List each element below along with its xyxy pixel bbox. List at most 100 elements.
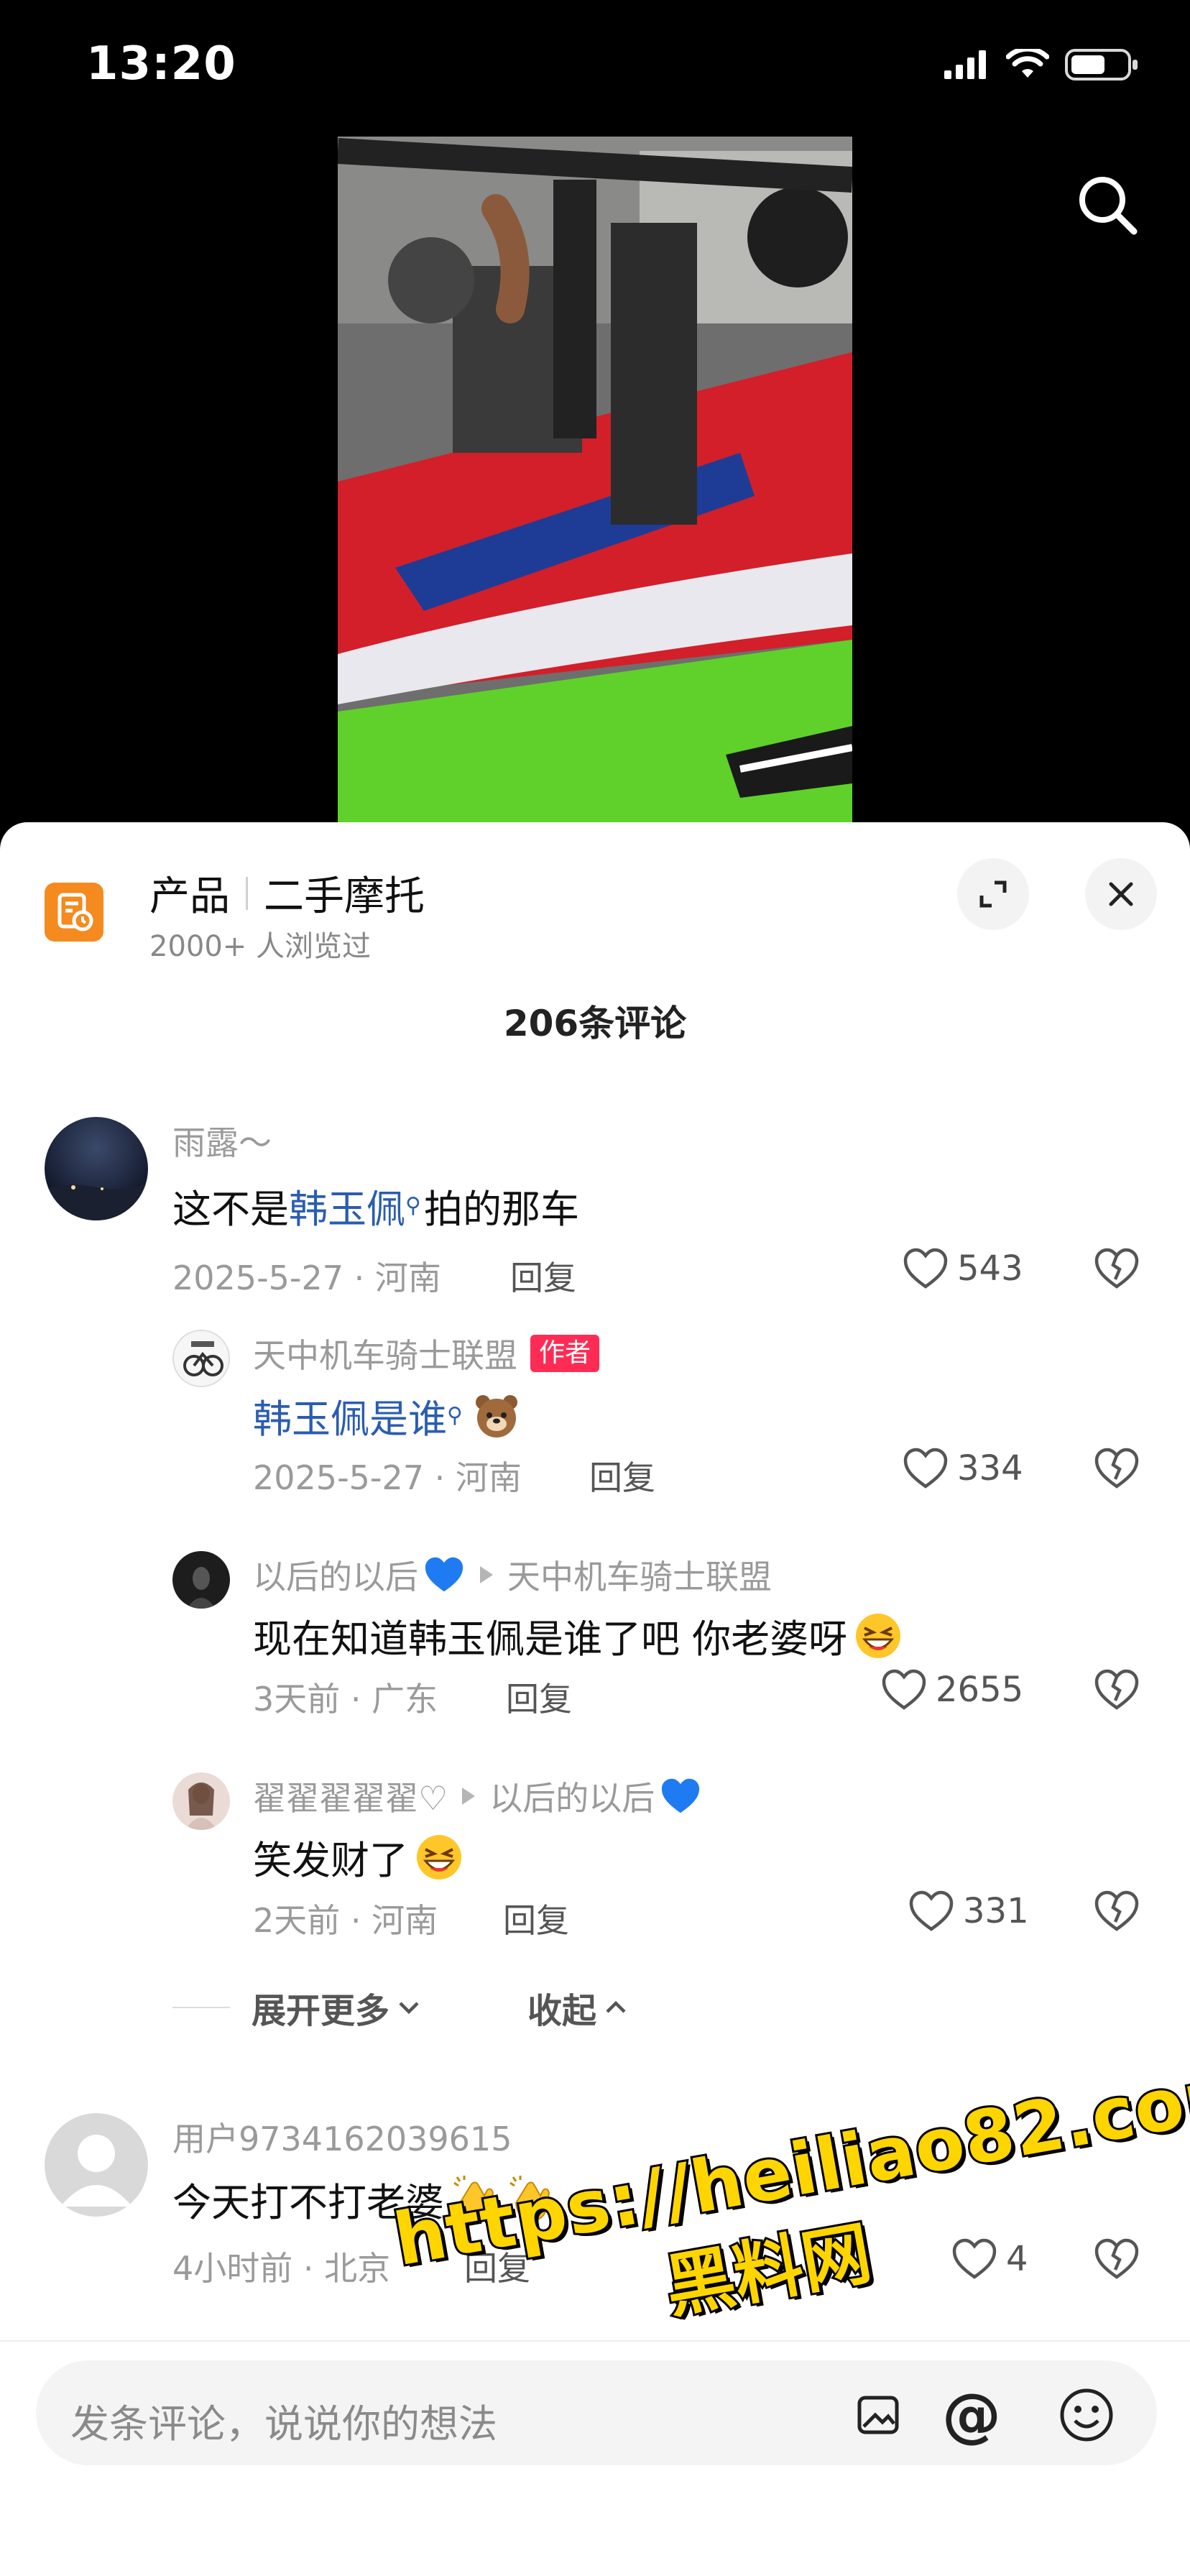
author-badge: 作者	[530, 1335, 600, 1372]
broken-heart-icon	[1094, 2238, 1139, 2279]
comment-username[interactable]: 用户9734162039615	[172, 2113, 512, 2161]
comment-text: 笑发财了	[253, 1828, 464, 1885]
reply-arrow-icon	[462, 1788, 476, 1805]
comment-username[interactable]: 以后的以后 天中机车骑士联盟	[253, 1551, 772, 1598]
product-name: 二手摩托	[264, 873, 425, 920]
status-time: 13:20	[86, 37, 236, 91]
comment-username[interactable]: 天中机车骑士联盟 作者	[253, 1330, 600, 1377]
search-link[interactable]: 韩玉佩是谁	[253, 1387, 447, 1444]
reply-item: 以后的以后 天中机车骑士联盟 现在知道韩玉佩是谁了吧 你老婆呀 3天前 · 广东…	[0, 1551, 1190, 1752]
reply-button[interactable]: 回复	[503, 1895, 569, 1942]
expand-button[interactable]	[957, 858, 1029, 930]
dislike-button[interactable]	[1094, 2238, 1140, 2283]
broken-heart-icon	[1094, 1248, 1139, 1289]
comment-text-part: 今天打不打老婆	[172, 2180, 444, 2225]
reply-button[interactable]: 回复	[510, 1252, 576, 1300]
comment-text-part: 这不是	[172, 1187, 289, 1232]
clap-emoji	[509, 2175, 550, 2221]
clap-emoji	[453, 2175, 494, 2221]
like-count: 543	[957, 1248, 1023, 1289]
like-count: 4	[1006, 2239, 1028, 2279]
broken-heart-icon	[1094, 1669, 1139, 1710]
blue-heart-emoji	[425, 1557, 463, 1592]
heart-icon	[952, 2238, 997, 2279]
like-button[interactable]: 4	[951, 2238, 1028, 2280]
comment-input[interactable]: 发条评论，说说你的想法 @	[36, 2360, 1157, 2465]
avatar[interactable]	[172, 1551, 230, 1609]
comment-text: 现在知道韩玉佩是谁了吧 你老婆呀	[253, 1607, 903, 1664]
like-count: 331	[963, 1891, 1029, 1931]
username-text: 翟翟翟翟翟♡	[253, 1779, 448, 1818]
reply-arrow-icon	[480, 1566, 493, 1583]
expand-more-label: 展开更多	[252, 1991, 390, 2031]
product-label: 产品	[149, 873, 230, 920]
comment-text-part: 现在知道韩玉佩是谁了吧 你老婆呀	[253, 1616, 848, 1662]
dislike-button[interactable]	[1094, 1248, 1140, 1292]
comment-username[interactable]: 翟翟翟翟翟♡ 以后的以后	[253, 1772, 702, 1820]
video-area[interactable]	[0, 137, 1190, 827]
heart-icon	[909, 1890, 954, 1931]
collapse-button[interactable]: 收起	[527, 1982, 628, 2033]
like-count: 2655	[936, 1670, 1024, 1710]
search-link[interactable]: 韩玉佩	[289, 1177, 405, 1234]
avatar[interactable]	[172, 1330, 230, 1387]
emoji-button[interactable]	[1056, 2385, 1117, 2445]
expand-divider	[172, 2007, 230, 2008]
comment-username[interactable]: 雨露～	[172, 1117, 272, 1164]
reply-button[interactable]: 回复	[506, 1673, 572, 1721]
avatar[interactable]	[45, 2113, 148, 2217]
comment-date: 4小时前 · 北京	[172, 2249, 391, 2288]
like-button[interactable]: 2655	[881, 1669, 1023, 1711]
like-button[interactable]: 543	[903, 1248, 1023, 1289]
search-mini-icon: ⚲	[447, 1403, 463, 1428]
wifi-icon	[1006, 49, 1049, 78]
video-frame[interactable]	[338, 137, 852, 827]
reply-button[interactable]: 回复	[589, 1452, 655, 1499]
heart-icon	[882, 1669, 926, 1710]
comment-text: 今天打不打老婆	[172, 2171, 556, 2227]
image-button[interactable]	[848, 2385, 908, 2445]
comment-date: 3天前 · 广东	[253, 1680, 438, 1719]
reply-to-username[interactable]: 以后的以后	[489, 1772, 655, 1820]
reply-to-username[interactable]: 天中机车骑士联盟	[507, 1551, 772, 1598]
status-bar: 13:20	[0, 0, 1190, 137]
expand-more-button[interactable]: 展开更多	[252, 1982, 421, 2033]
status-icons	[944, 47, 1140, 82]
collapse-label: 收起	[527, 1991, 597, 2031]
avatar[interactable]	[45, 1117, 148, 1220]
like-button[interactable]: 331	[908, 1890, 1029, 1932]
reply-button[interactable]: 回复	[464, 2242, 530, 2290]
chevron-up-icon	[606, 2000, 626, 2013]
broken-heart-icon	[1094, 1890, 1139, 1931]
battery-icon	[1065, 49, 1138, 80]
blue-heart-emoji	[662, 1778, 700, 1813]
like-count: 334	[957, 1448, 1023, 1489]
product-row[interactable]: 产品 二手摩托 2000+ 人浏览过	[0, 822, 1190, 973]
comment-text: 这不是 韩玉佩 ⚲ 拍的那车	[172, 1177, 579, 1234]
comment-item: 用户9734162039615 今天打不打老婆 4小时前 · 北京 回复 4	[0, 2113, 1190, 2314]
image-icon	[857, 2396, 899, 2434]
username-text: 以后的以后	[253, 1558, 418, 1596]
avatar[interactable]	[172, 1772, 230, 1830]
comment-text-part: 笑发财了	[253, 1838, 408, 1883]
expand-icon	[979, 880, 1007, 908]
chevron-down-icon	[399, 2002, 419, 2015]
close-button[interactable]	[1085, 858, 1157, 930]
dislike-button[interactable]	[1094, 1448, 1140, 1492]
product-doc-icon	[45, 883, 103, 942]
like-button[interactable]: 334	[903, 1448, 1023, 1489]
product-title[interactable]: 产品 二手摩托	[149, 864, 425, 922]
mention-button[interactable]: @	[941, 2381, 1002, 2450]
username-text: 天中机车骑士联盟	[253, 1336, 517, 1375]
comment-count: 206条评论	[503, 1003, 687, 1044]
dislike-button[interactable]	[1094, 1669, 1140, 1714]
dislike-button[interactable]	[1094, 1890, 1140, 1935]
emoji-icon	[1060, 2388, 1113, 2442]
reply-item: 天中机车骑士联盟 作者 韩玉佩是谁 ⚲ 2025-5-27 · 河南 回复 33…	[0, 1330, 1190, 1531]
comment-input-placeholder: 发条评论，说说你的想法	[70, 2401, 497, 2447]
search-mini-icon: ⚲	[405, 1193, 421, 1218]
product-views: 2000+ 人浏览过	[149, 930, 372, 963]
search-button[interactable]	[1068, 165, 1147, 244]
motorcycle-video-thumbnail	[338, 137, 852, 827]
bear-emoji	[475, 1394, 517, 1438]
